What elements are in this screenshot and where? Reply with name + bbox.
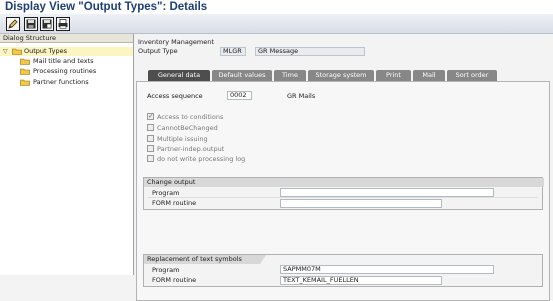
- local-save-icon[interactable]: [40, 17, 54, 31]
- dialog-structure-header: Dialog Structure: [0, 34, 133, 43]
- checkbox-label: CannotBeChanged: [157, 124, 218, 132]
- folder-icon: [20, 68, 30, 75]
- application-label: Inventory Management: [138, 38, 214, 46]
- general-data-tab-content: Access sequence 0002 GR Mails Access to …: [136, 81, 550, 301]
- access-sequence-field[interactable]: 0002: [227, 91, 252, 100]
- dialog-structure-panel: Dialog Structure ▽ Output Types Mail tit…: [0, 34, 134, 275]
- partner-indep-output-checkbox[interactable]: [147, 145, 154, 152]
- form-routine-field[interactable]: TEXT_KEMAIL_FUELLEN: [280, 276, 442, 285]
- folder-open-icon: [12, 48, 22, 55]
- tree-item-label: Output Types: [24, 47, 67, 55]
- application-toolbar: [0, 14, 553, 34]
- tab-general-data[interactable]: General data: [148, 70, 210, 81]
- tab-sort-order[interactable]: Sort order: [447, 70, 497, 81]
- access-to-conditions-checkbox[interactable]: [147, 112, 154, 120]
- expand-triangle-icon[interactable]: ▽: [3, 48, 8, 55]
- form-routine-field[interactable]: [280, 199, 442, 208]
- form-routine-label: FORM routine: [152, 199, 197, 207]
- checkbox-label: do not write processing log: [157, 155, 246, 163]
- edit-icon[interactable]: [6, 17, 20, 31]
- access-sequence-description: GR Mails: [287, 92, 316, 100]
- tab-mail[interactable]: Mail: [413, 70, 445, 81]
- output-type-description-field: GR Message: [255, 47, 365, 56]
- tab-print[interactable]: Print: [376, 70, 411, 81]
- checkbox-label: Multiple issuing: [157, 135, 208, 143]
- replacement-title: Replacement of text symbols: [144, 255, 266, 264]
- change-output-title: Change output: [144, 178, 544, 187]
- save-icon[interactable]: [24, 17, 38, 31]
- change-output-group: Change output Program FORM routine: [143, 177, 544, 210]
- do-not-write-processing-log-checkbox[interactable]: [147, 155, 154, 162]
- details-panel: Inventory Management Output Type MLGR GR…: [134, 34, 553, 301]
- tree-item-output-types[interactable]: ▽ Output Types: [0, 47, 133, 56]
- window-title: Display View "Output Types": Details: [0, 0, 553, 14]
- print-icon[interactable]: [56, 17, 70, 31]
- folder-icon: [20, 79, 30, 86]
- tree-item-mail-title-and-texts[interactable]: Mail title and texts: [0, 57, 133, 66]
- tree-item-processing-routines[interactable]: Processing routines: [0, 67, 133, 76]
- cannot-be-changed-checkbox[interactable]: [147, 124, 154, 131]
- access-sequence-label: Access sequence: [147, 92, 203, 100]
- tree-item-label: Mail title and texts: [33, 57, 94, 65]
- tab-storage-system[interactable]: Storage system: [308, 70, 374, 81]
- output-type-label: Output Type: [138, 47, 178, 55]
- form-routine-label: FORM routine: [152, 276, 197, 284]
- multiple-issuing-checkbox[interactable]: [147, 135, 154, 142]
- tab-default-values[interactable]: Default values: [212, 70, 272, 81]
- tree-item-label: Partner functions: [33, 78, 89, 86]
- tab-time[interactable]: Time: [274, 70, 306, 81]
- output-type-field[interactable]: MLGR: [220, 47, 246, 56]
- checkbox-label: Partner-indep.output: [157, 145, 225, 153]
- tree-item-partner-functions[interactable]: Partner functions: [0, 78, 133, 87]
- program-field[interactable]: SAPMM07M: [280, 265, 494, 274]
- tree-item-label: Processing routines: [33, 67, 97, 75]
- program-label: Program: [152, 266, 180, 274]
- folder-icon: [20, 58, 30, 65]
- program-label: Program: [152, 189, 180, 197]
- checkbox-label: Access to conditions: [157, 113, 224, 121]
- replacement-of-text-symbols-group: Replacement of text symbols Program SAPM…: [143, 254, 543, 287]
- program-field[interactable]: [280, 188, 494, 197]
